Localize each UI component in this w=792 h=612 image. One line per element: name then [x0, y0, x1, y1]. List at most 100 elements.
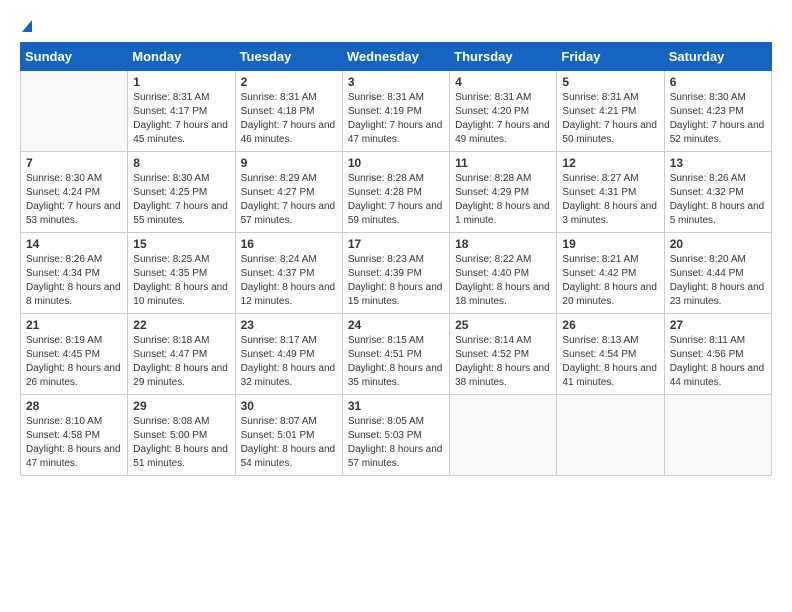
calendar-cell: 5 Sunrise: 8:31 AM Sunset: 4:21 PM Daylig…: [557, 71, 664, 152]
calendar-cell: 15 Sunrise: 8:25 AM Sunset: 4:35 PM Dayli…: [128, 233, 235, 314]
day-number: 21: [26, 318, 122, 332]
calendar-week-row: 1Sunrise: 8:31 AM Sunset: 4:17 PM Daylig…: [21, 71, 772, 152]
calendar-cell: 6 Sunrise: 8:30 AM Sunset: 4:23 PM Daylig…: [664, 71, 771, 152]
day-info: Sunrise: 8:13 AM Sunset: 4:54 PM Dayligh…: [562, 334, 658, 390]
calendar-cell: 27Sunrise: 8:11 AM Sunset: 4:56 PM Dayli…: [664, 314, 771, 395]
col-header-friday: Friday: [557, 43, 664, 71]
col-header-sunday: Sunday: [21, 43, 128, 71]
logo: [20, 20, 32, 32]
calendar-cell: [664, 395, 771, 476]
day-number: 5: [562, 75, 658, 89]
calendar-cell: 31 Sunrise: 8:05 AM Sunset: 5:03 PM Dayli…: [342, 395, 449, 476]
calendar-cell: 7 Sunrise: 8:30 AM Sunset: 4:24 PM Daylig…: [21, 152, 128, 233]
calendar-header-row: SundayMondayTuesdayWednesdayThursdayFrid…: [21, 43, 772, 71]
page-header: [20, 20, 772, 32]
day-number: 23: [241, 318, 337, 332]
calendar-cell: 11 Sunrise: 8:28 AM Sunset: 4:29 PM Dayli…: [450, 152, 557, 233]
day-info: Sunrise: 8:30 AM Sunset: 4:25 PM Dayligh…: [133, 172, 229, 228]
day-info: Sunrise: 8:19 AM Sunset: 4:45 PM Dayligh…: [26, 334, 122, 390]
calendar-cell: 30 Sunrise: 8:07 AM Sunset: 5:01 PM Dayli…: [235, 395, 342, 476]
day-number: 4: [455, 75, 551, 89]
calendar-cell: 24 Sunrise: 8:15 AM Sunset: 4:51 PM Dayli…: [342, 314, 449, 395]
day-info: Sunrise: 8:17 AM Sunset: 4:49 PM Dayligh…: [241, 334, 337, 390]
day-number: 31: [348, 399, 444, 413]
calendar-cell: [450, 395, 557, 476]
day-info: Sunrise: 8:24 AM Sunset: 4:37 PM Dayligh…: [241, 253, 337, 309]
calendar-cell: 14 Sunrise: 8:26 AM Sunset: 4:34 PM Dayli…: [21, 233, 128, 314]
calendar-cell: 16 Sunrise: 8:24 AM Sunset: 4:37 PM Dayli…: [235, 233, 342, 314]
calendar-cell: 28 Sunrise: 8:10 AM Sunset: 4:58 PM Dayli…: [21, 395, 128, 476]
day-number: 10: [348, 156, 444, 170]
day-info: Sunrise: 8:05 AM Sunset: 5:03 PM Dayligh…: [348, 415, 444, 471]
calendar-cell: 1Sunrise: 8:31 AM Sunset: 4:17 PM Daylig…: [128, 71, 235, 152]
day-info: Sunrise: 8:23 AM Sunset: 4:39 PM Dayligh…: [348, 253, 444, 309]
calendar-cell: [557, 395, 664, 476]
calendar-week-row: 21 Sunrise: 8:19 AM Sunset: 4:45 PM Dayli…: [21, 314, 772, 395]
calendar-week-row: 28 Sunrise: 8:10 AM Sunset: 4:58 PM Dayli…: [21, 395, 772, 476]
day-number: 12: [562, 156, 658, 170]
calendar-cell: 10Sunrise: 8:28 AM Sunset: 4:28 PM Dayli…: [342, 152, 449, 233]
calendar-cell: 19 Sunrise: 8:21 AM Sunset: 4:42 PM Dayli…: [557, 233, 664, 314]
day-info: Sunrise: 8:10 AM Sunset: 4:58 PM Dayligh…: [26, 415, 122, 471]
day-number: 7: [26, 156, 122, 170]
day-info: Sunrise: 8:28 AM Sunset: 4:29 PM Dayligh…: [455, 172, 551, 228]
calendar-cell: 18 Sunrise: 8:22 AM Sunset: 4:40 PM Dayli…: [450, 233, 557, 314]
day-number: 26: [562, 318, 658, 332]
day-number: 18: [455, 237, 551, 251]
day-number: 30: [241, 399, 337, 413]
calendar-cell: 26 Sunrise: 8:13 AM Sunset: 4:54 PM Dayli…: [557, 314, 664, 395]
day-info: Sunrise: 8:22 AM Sunset: 4:40 PM Dayligh…: [455, 253, 551, 309]
day-number: 19: [562, 237, 658, 251]
day-number: 28: [26, 399, 122, 413]
day-info: Sunrise: 8:07 AM Sunset: 5:01 PM Dayligh…: [241, 415, 337, 471]
day-info: Sunrise: 8:30 AM Sunset: 4:24 PM Dayligh…: [26, 172, 122, 228]
day-info: Sunrise: 8:25 AM Sunset: 4:35 PM Dayligh…: [133, 253, 229, 309]
day-number: 13: [670, 156, 766, 170]
day-number: 24: [348, 318, 444, 332]
day-number: 6: [670, 75, 766, 89]
day-info: Sunrise: 8:31 AM Sunset: 4:20 PM Dayligh…: [455, 91, 551, 147]
calendar-cell: 8 Sunrise: 8:30 AM Sunset: 4:25 PM Daylig…: [128, 152, 235, 233]
day-info: Sunrise: 8:18 AM Sunset: 4:47 PM Dayligh…: [133, 334, 229, 390]
day-info: Sunrise: 8:11 AM Sunset: 4:56 PM Dayligh…: [670, 334, 766, 390]
calendar-cell: 23 Sunrise: 8:17 AM Sunset: 4:49 PM Dayli…: [235, 314, 342, 395]
col-header-tuesday: Tuesday: [235, 43, 342, 71]
col-header-thursday: Thursday: [450, 43, 557, 71]
day-number: 2: [241, 75, 337, 89]
day-info: Sunrise: 8:20 AM Sunset: 4:44 PM Dayligh…: [670, 253, 766, 309]
calendar-cell: 29 Sunrise: 8:08 AM Sunset: 5:00 PM Dayli…: [128, 395, 235, 476]
day-number: 29: [133, 399, 229, 413]
day-info: Sunrise: 8:21 AM Sunset: 4:42 PM Dayligh…: [562, 253, 658, 309]
day-info: Sunrise: 8:08 AM Sunset: 5:00 PM Dayligh…: [133, 415, 229, 471]
day-info: Sunrise: 8:26 AM Sunset: 4:32 PM Dayligh…: [670, 172, 766, 228]
day-info: Sunrise: 8:30 AM Sunset: 4:23 PM Dayligh…: [670, 91, 766, 147]
calendar-table: SundayMondayTuesdayWednesdayThursdayFrid…: [20, 42, 772, 476]
day-number: 16: [241, 237, 337, 251]
day-number: 15: [133, 237, 229, 251]
day-number: 22: [133, 318, 229, 332]
day-info: Sunrise: 8:26 AM Sunset: 4:34 PM Dayligh…: [26, 253, 122, 309]
calendar-cell: [21, 71, 128, 152]
day-number: 3: [348, 75, 444, 89]
calendar-week-row: 14 Sunrise: 8:26 AM Sunset: 4:34 PM Dayli…: [21, 233, 772, 314]
calendar-cell: 25Sunrise: 8:14 AM Sunset: 4:52 PM Dayli…: [450, 314, 557, 395]
col-header-monday: Monday: [128, 43, 235, 71]
calendar-cell: 2Sunrise: 8:31 AM Sunset: 4:18 PM Daylig…: [235, 71, 342, 152]
day-info: Sunrise: 8:27 AM Sunset: 4:31 PM Dayligh…: [562, 172, 658, 228]
day-number: 25: [455, 318, 551, 332]
day-number: 11: [455, 156, 551, 170]
calendar-cell: 3Sunrise: 8:31 AM Sunset: 4:19 PM Daylig…: [342, 71, 449, 152]
day-number: 20: [670, 237, 766, 251]
day-info: Sunrise: 8:31 AM Sunset: 4:21 PM Dayligh…: [562, 91, 658, 147]
day-number: 8: [133, 156, 229, 170]
day-info: Sunrise: 8:15 AM Sunset: 4:51 PM Dayligh…: [348, 334, 444, 390]
calendar-cell: 4 Sunrise: 8:31 AM Sunset: 4:20 PM Daylig…: [450, 71, 557, 152]
calendar-cell: 13 Sunrise: 8:26 AM Sunset: 4:32 PM Dayli…: [664, 152, 771, 233]
col-header-wednesday: Wednesday: [342, 43, 449, 71]
day-number: 14: [26, 237, 122, 251]
day-number: 9: [241, 156, 337, 170]
calendar-cell: 17Sunrise: 8:23 AM Sunset: 4:39 PM Dayli…: [342, 233, 449, 314]
calendar-week-row: 7 Sunrise: 8:30 AM Sunset: 4:24 PM Daylig…: [21, 152, 772, 233]
day-number: 1: [133, 75, 229, 89]
logo-triangle-icon: [22, 20, 32, 32]
